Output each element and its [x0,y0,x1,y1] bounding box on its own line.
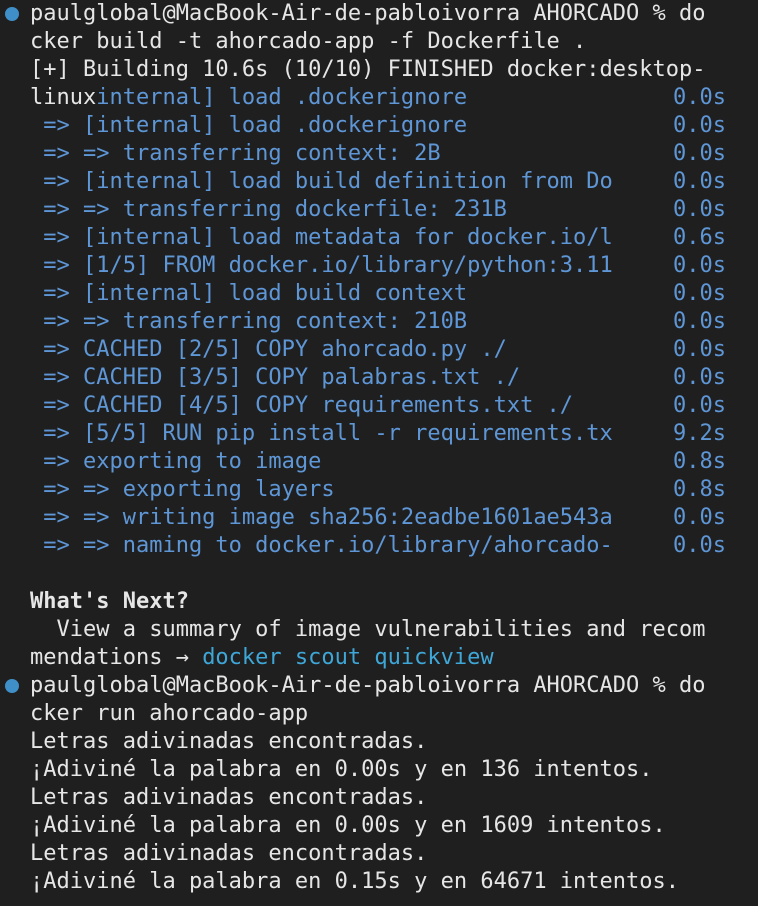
build-step-text: => CACHED [3/5] COPY palabras.txt ./ [30,365,521,390]
build-step-text: => => transferring context: 210B [30,309,468,334]
build-step-text: => CACHED [2/5] COPY ahorcado.py ./ [30,337,507,362]
build-step-row: linuxinternal] load .dockerignore [30,84,467,112]
build-step-time: 0.0s [673,197,726,222]
program-output-line: ¡Adiviné la palabra en 0.00s y en 136 in… [30,757,653,782]
build-step-time: 0.8s [673,477,726,502]
build-step-text: => [internal] load build definition from… [30,169,613,194]
build-step-text: => => transferring dockerfile: 231B [30,197,507,222]
program-output-line: Letras adivinadas encontradas. [30,729,428,754]
build-platform-suffix: linux [30,85,97,110]
build-step-time: 0.0s [673,309,726,334]
command-status-dot[interactable] [5,679,19,693]
build-step-text: => [5/5] RUN pip install -r requirements… [30,421,613,446]
program-output-line: Letras adivinadas encontradas. [30,841,428,866]
command-status-dot[interactable] [5,7,19,21]
build-summary-line: [+] Building 10.6s (10/10) FINISHED dock… [30,57,706,82]
build-step-time: 0.0s [673,169,726,194]
build-step-time: 0.0s [673,113,726,138]
build-step-text: => [internal] load build context [30,281,468,306]
command-continuation: cker build -t ahorcado-app -f Dockerfile… [30,29,587,54]
shell-prompt-line: paulglobal@MacBook-Air-de-pabloivorra AH… [30,1,706,26]
build-step-time: 9.2s [673,421,726,446]
whats-next-text: View a summary of image vulnerabilities … [30,617,706,642]
whats-next-heading: What's Next? [30,589,189,614]
build-step-time: 0.0s [673,337,726,362]
build-step-time: 0.0s [673,281,726,306]
build-step-time: 0.8s [673,449,726,474]
build-step-text: => [internal] load .dockerignore [30,113,468,138]
build-step-text: => => writing image sha256:2eadbe1601ae5… [30,505,613,530]
build-step-time: 0.6s [673,225,726,250]
whats-next-text: mendations → docker scout quickview [30,644,494,672]
build-step-text: => => transferring context: 2B [30,141,441,166]
build-step-time: 0.0s [673,533,726,558]
whats-next-text-cont: mendations → [30,645,203,670]
build-step-text: => => naming to docker.io/library/ahorca… [30,533,613,558]
build-step-text: => [internal] load metadata for docker.i… [30,225,613,250]
program-output-line: ¡Adiviné la palabra en 0.15s y en 64671 … [30,869,680,894]
build-step-text: => exporting to image [30,449,322,474]
command-continuation: cker run ahorcado-app [30,701,309,726]
docker-scout-link[interactable]: docker scout quickview [202,645,493,670]
build-step-time: 0.0s [673,365,726,390]
build-step-time: 0.0s [673,505,726,530]
build-step-text: internal] load .dockerignore [96,85,468,110]
build-step-time: 0.0s [673,85,726,110]
build-step-text: => [1/5] FROM docker.io/library/python:3… [30,253,613,278]
terminal-output[interactable]: paulglobal@MacBook-Air-de-pabloivorra AH… [0,0,758,906]
build-step-text: => => exporting layers [30,477,335,502]
build-step-time: 0.0s [673,393,726,418]
program-output-line: Letras adivinadas encontradas. [30,785,428,810]
build-step-text: => CACHED [4/5] COPY requirements.txt ./ [30,393,574,418]
build-step-time: 0.0s [673,141,726,166]
build-step-time: 0.0s [673,253,726,278]
program-output-line: ¡Adiviné la palabra en 0.00s y en 1609 i… [30,813,666,838]
shell-prompt-line: paulglobal@MacBook-Air-de-pabloivorra AH… [30,673,706,698]
